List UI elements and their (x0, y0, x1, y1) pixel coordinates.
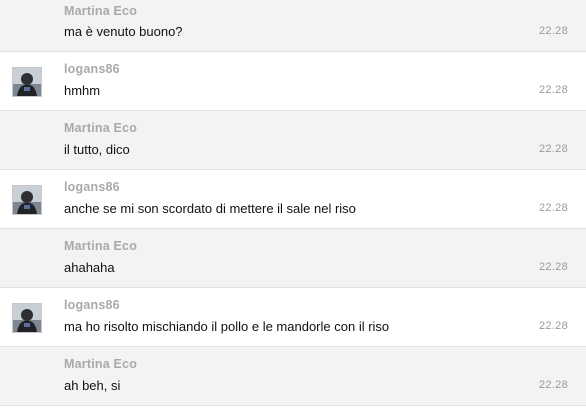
message-row: logans86 hmhm 22.28 (0, 52, 586, 111)
message-sender: Martina Eco (64, 357, 138, 371)
avatar-image (13, 304, 41, 332)
message-text: anche se mi son scordato di mettere il s… (64, 201, 356, 216)
message-text: hmhm (64, 83, 101, 98)
chat-transcript: Martina Eco ma è venuto buono? 22.28 log… (0, 0, 586, 418)
message-sender: logans86 (64, 180, 120, 194)
message-sender: Martina Eco (64, 4, 138, 18)
avatar-image (13, 186, 41, 214)
user-avatar-icon[interactable] (12, 303, 42, 333)
message-time: 22.28 (538, 320, 568, 332)
message-sender: logans86 (64, 62, 120, 76)
message-text: il tutto, dico (64, 142, 130, 157)
user-avatar-icon[interactable] (12, 185, 42, 215)
message-time: 22.28 (538, 379, 568, 391)
message-row: Martina Eco il tutto, dico 22.28 (0, 111, 586, 170)
message-text: ma è venuto buono? (64, 24, 183, 39)
message-time: 22.28 (538, 84, 568, 96)
message-text: ahahaha (64, 260, 115, 275)
message-sender: Martina Eco (64, 121, 138, 135)
message-row: Martina Eco ahahaha 22.28 (0, 229, 586, 288)
message-time: 22.28 (538, 25, 568, 37)
message-sender: Martina Eco (64, 239, 138, 253)
message-row: logans86 ma ho risolto mischiando il pol… (0, 288, 586, 347)
avatar-image (13, 68, 41, 96)
message-text: ma ho risolto mischiando il pollo e le m… (64, 319, 390, 334)
user-avatar-icon[interactable] (12, 67, 42, 97)
message-row: Martina Eco ah beh, si 22.28 (0, 347, 586, 406)
message-time: 22.28 (538, 143, 568, 155)
message-row: logans86 anche se mi son scordato di met… (0, 170, 586, 229)
message-time: 22.28 (538, 261, 568, 273)
message-row: Martina Eco ma è venuto buono? 22.28 (0, 0, 586, 52)
message-time: 22.28 (538, 202, 568, 214)
message-sender: logans86 (64, 298, 120, 312)
message-text: ah beh, si (64, 378, 121, 393)
